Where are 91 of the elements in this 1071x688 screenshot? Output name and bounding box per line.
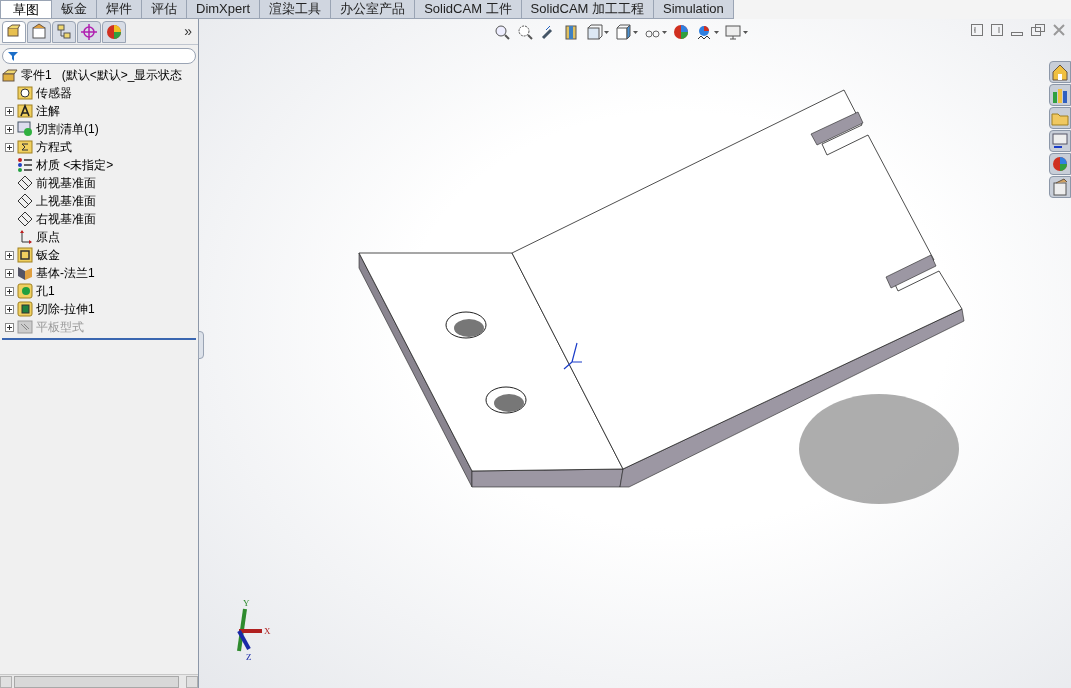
dropdown-caret-icon[interactable] <box>714 31 719 34</box>
tile-left-icon[interactable] <box>971 24 983 36</box>
tree-item[interactable]: 材质 <未指定> <box>36 156 114 174</box>
plane-icon <box>17 193 33 209</box>
plane-icon <box>17 175 33 191</box>
task-pane-tab[interactable] <box>1049 176 1071 198</box>
expand-icon[interactable] <box>5 250 14 260</box>
flange-icon <box>17 265 33 281</box>
ribbon-tab[interactable]: DimXpert <box>187 0 261 18</box>
filter-icon <box>8 51 18 61</box>
appearance-icon[interactable] <box>673 24 690 41</box>
tree-item[interactable]: 上视基准面 <box>36 192 96 210</box>
axis-triad-drawing <box>237 608 262 652</box>
ribbon-tab[interactable]: Simulation <box>654 0 734 18</box>
scene-icon[interactable] <box>696 24 713 41</box>
origin-icon <box>17 229 33 245</box>
dropdown-caret-icon[interactable] <box>662 31 667 34</box>
panel-tab[interactable] <box>102 20 126 43</box>
task-pane-tab[interactable] <box>1049 61 1071 83</box>
home-icon <box>1051 63 1069 81</box>
ribbon-tab[interactable]: SolidCAM 工件 <box>415 0 522 18</box>
plane-icon <box>17 211 33 227</box>
close-icon[interactable] <box>1053 24 1065 36</box>
dropdown-caret-icon[interactable] <box>604 31 609 34</box>
origin-axes-icon <box>563 342 583 370</box>
restore-icon[interactable] <box>1031 24 1045 36</box>
panel-tab[interactable] <box>77 20 101 43</box>
ribbon-tab[interactable]: 办公室产品 <box>331 0 416 18</box>
tile-right-icon[interactable] <box>991 24 1003 36</box>
monitor-icon[interactable] <box>725 24 742 41</box>
task-pane-tab[interactable] <box>1049 130 1071 152</box>
sensor-icon <box>17 85 33 101</box>
section-view-icon[interactable] <box>563 24 580 41</box>
ribbon-tab[interactable]: 钣金 <box>52 0 97 18</box>
flat-pattern-icon <box>17 319 33 335</box>
part-icon <box>2 68 18 82</box>
tree-item[interactable]: 孔1 <box>36 282 55 300</box>
view-palette-icon <box>1051 132 1069 150</box>
axis-label: X <box>264 626 271 636</box>
dropdown-caret-icon[interactable] <box>633 31 638 34</box>
library-icon <box>1051 86 1069 104</box>
hole-icon <box>17 283 33 299</box>
dropdown-caret-icon[interactable] <box>743 31 748 34</box>
ribbon-tab[interactable]: 评估 <box>142 0 187 18</box>
ribbon-tab[interactable]: 焊件 <box>97 0 142 18</box>
sheet-metal-icon <box>17 247 33 263</box>
cut-list-icon <box>17 121 33 137</box>
tree-root-label[interactable]: 零件1 (默认<默认>_显示状态 <box>21 66 183 84</box>
tree-item[interactable]: 原点 <box>36 228 60 246</box>
axis-label: Y <box>243 598 250 608</box>
expand-icon[interactable] <box>5 106 14 116</box>
display-style-icon[interactable] <box>615 24 632 41</box>
ribbon-tab[interactable]: SolidCAM 加工工程 <box>521 0 655 18</box>
tree-item[interactable]: 方程式 <box>36 138 72 156</box>
more-tabs-chevron[interactable]: » <box>184 21 196 42</box>
expand-icon[interactable] <box>5 124 14 134</box>
view-orientation-icon[interactable] <box>586 24 603 41</box>
zoom-fit-icon[interactable] <box>494 24 511 41</box>
crosshair-icon <box>80 22 98 41</box>
expand-icon[interactable] <box>5 286 14 296</box>
clipboard-icon <box>30 22 48 41</box>
tree-item[interactable]: 传感器 <box>36 84 72 102</box>
task-pane-tab[interactable] <box>1049 84 1071 106</box>
color-ball-icon <box>105 22 123 41</box>
tree-item[interactable]: 切除-拉伸1 <box>36 300 95 318</box>
panel-tab[interactable] <box>27 20 51 43</box>
expand-icon[interactable] <box>5 304 14 314</box>
equation-icon <box>17 139 33 155</box>
tree-item[interactable]: 右视基准面 <box>36 210 96 228</box>
tree-item[interactable]: 钣金 <box>36 246 60 264</box>
tree-item[interactable]: 前视基准面 <box>36 174 96 192</box>
axis-label: Z <box>246 652 252 662</box>
cut-extrude-icon <box>17 301 33 317</box>
expand-icon[interactable] <box>5 142 14 152</box>
tree-item[interactable]: 基体-法兰1 <box>36 264 95 282</box>
material-icon <box>17 157 33 173</box>
task-pane-tab[interactable] <box>1049 153 1071 175</box>
horizontal-scrollbar[interactable] <box>0 674 198 688</box>
ribbon-tab[interactable]: 草图 <box>0 0 52 18</box>
clipboard-icon <box>1051 178 1069 196</box>
panel-tab[interactable] <box>2 20 26 43</box>
expand-icon[interactable] <box>5 268 14 278</box>
annotation-icon <box>17 103 33 119</box>
appearance-icon <box>1051 155 1069 173</box>
ribbon-tab[interactable]: 渲染工具 <box>260 0 332 18</box>
tree-item[interactable]: 注解 <box>36 102 60 120</box>
panel-tab[interactable] <box>52 20 76 43</box>
zoom-area-icon[interactable] <box>517 24 534 41</box>
filter-field[interactable] <box>2 48 196 64</box>
tree-icon <box>55 22 73 41</box>
tree-item[interactable]: 切割清单(1) <box>36 120 99 138</box>
